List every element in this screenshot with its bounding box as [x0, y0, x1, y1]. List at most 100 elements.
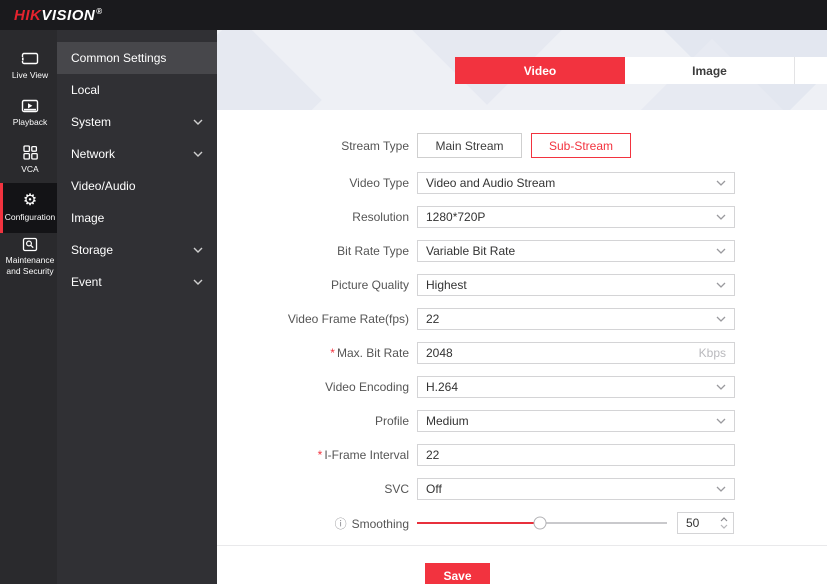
- max-bit-rate-label: Max. Bit Rate: [217, 346, 417, 360]
- i-frame-interval-field: [417, 444, 735, 466]
- select-value: Off: [426, 482, 442, 496]
- select-value: H.264: [426, 380, 458, 394]
- slider-handle[interactable]: [533, 517, 546, 530]
- settings-menu: Common Settings Local System Network Vid…: [57, 30, 217, 584]
- smoothing-slider[interactable]: [417, 516, 667, 530]
- tab-bar: Video Image: [455, 57, 827, 84]
- spinner-down-icon[interactable]: [720, 524, 728, 529]
- picture-quality-label: Picture Quality: [217, 278, 417, 292]
- tab-image[interactable]: Image: [625, 57, 795, 84]
- menu-item-image[interactable]: Image: [57, 202, 217, 234]
- sidebar-item-configuration[interactable]: ⚙ Configuration: [0, 183, 57, 233]
- chevron-down-icon: [716, 214, 726, 220]
- sidebar-item-maintenance-security[interactable]: Maintenance and Security: [0, 233, 57, 280]
- tab-label: Video: [524, 64, 556, 78]
- vca-icon: [23, 145, 38, 161]
- select-value: Video and Audio Stream: [426, 176, 555, 190]
- save-button[interactable]: Save: [425, 563, 490, 584]
- menu-item-common-settings[interactable]: Common Settings: [57, 42, 217, 74]
- chevron-down-icon: [193, 151, 203, 157]
- primary-sidebar: Live View Playback VCA ⚙ Configuration M…: [0, 30, 57, 584]
- video-frame-rate-row: Video Frame Rate(fps) 22: [217, 308, 827, 330]
- video-encoding-label: Video Encoding: [217, 380, 417, 394]
- sidebar-item-label: Playback: [13, 117, 48, 128]
- bit-rate-type-label: Bit Rate Type: [217, 244, 417, 258]
- spinner-value: 50: [678, 516, 715, 530]
- video-frame-rate-select[interactable]: 22: [417, 308, 735, 330]
- chevron-down-icon: [716, 418, 726, 424]
- i-frame-interval-input[interactable]: [426, 448, 726, 462]
- chevron-down-icon: [716, 248, 726, 254]
- chevron-down-icon: [716, 316, 726, 322]
- video-type-select[interactable]: Video and Audio Stream: [417, 172, 735, 194]
- sidebar-item-vca[interactable]: VCA: [0, 136, 57, 183]
- menu-item-local[interactable]: Local: [57, 74, 217, 106]
- decorative-cube: [217, 30, 322, 110]
- gear-icon: ⚙: [23, 193, 37, 209]
- picture-quality-row: Picture Quality Highest: [217, 274, 827, 296]
- max-bit-rate-field: Kbps: [417, 342, 735, 364]
- chevron-down-icon: [193, 247, 203, 253]
- menu-item-label: Network: [71, 147, 115, 161]
- spinner-up-icon[interactable]: [720, 517, 728, 522]
- select-value: 1280*720P: [426, 210, 485, 224]
- video-frame-rate-label: Video Frame Rate(fps): [217, 312, 417, 326]
- bit-rate-type-row: Bit Rate Type Variable Bit Rate: [217, 240, 827, 262]
- menu-item-video-audio[interactable]: Video/Audio: [57, 170, 217, 202]
- logo-hik: HIK: [14, 7, 41, 24]
- resolution-label: Resolution: [217, 210, 417, 224]
- hikvision-logo: HIKVISION®: [14, 7, 103, 24]
- tab-partial[interactable]: [795, 57, 827, 84]
- svc-row: SVC Off: [217, 478, 827, 500]
- menu-item-label: Storage: [71, 243, 113, 257]
- video-type-label: Video Type: [217, 176, 417, 190]
- main-stream-button[interactable]: Main Stream: [417, 133, 522, 158]
- logo-vision: VISION: [41, 7, 95, 24]
- video-encoding-row: Video Encoding H.264: [217, 376, 827, 398]
- bit-rate-type-select[interactable]: Variable Bit Rate: [417, 240, 735, 262]
- logo-registered-mark: ®: [96, 7, 102, 16]
- smoothing-label: ⓘSmoothing: [217, 515, 417, 532]
- sidebar-item-live-view[interactable]: Live View: [0, 42, 57, 89]
- info-icon: ⓘ: [335, 517, 347, 531]
- video-encoding-select[interactable]: H.264: [417, 376, 735, 398]
- i-frame-interval-row: I-Frame Interval: [217, 444, 827, 466]
- chevron-down-icon: [716, 180, 726, 186]
- menu-item-storage[interactable]: Storage: [57, 234, 217, 266]
- resolution-row: Resolution 1280*720P: [217, 206, 827, 228]
- playback-icon: [21, 98, 39, 114]
- stream-type-row: Stream Type Main Stream Sub-Stream: [217, 133, 827, 158]
- kbps-unit-label: Kbps: [699, 346, 726, 360]
- sidebar-item-playback[interactable]: Playback: [0, 89, 57, 136]
- tab-video[interactable]: Video: [455, 57, 625, 84]
- menu-item-event[interactable]: Event: [57, 266, 217, 298]
- profile-select[interactable]: Medium: [417, 410, 735, 432]
- menu-item-label: Local: [71, 83, 100, 97]
- sidebar-item-label: Configuration: [5, 212, 56, 223]
- chevron-down-icon: [193, 279, 203, 285]
- menu-item-system[interactable]: System: [57, 106, 217, 138]
- maintenance-icon: [22, 236, 38, 252]
- sub-stream-button[interactable]: Sub-Stream: [531, 133, 631, 158]
- video-type-row: Video Type Video and Audio Stream: [217, 172, 827, 194]
- resolution-select[interactable]: 1280*720P: [417, 206, 735, 228]
- form-footer: Save: [217, 545, 827, 584]
- menu-item-network[interactable]: Network: [57, 138, 217, 170]
- menu-item-label: Image: [71, 211, 104, 225]
- chevron-down-icon: [716, 384, 726, 390]
- menu-item-label: Event: [71, 275, 102, 289]
- header-band: Video Image: [217, 30, 827, 110]
- chevron-down-icon: [716, 282, 726, 288]
- smoothing-spinner: 50: [677, 512, 734, 534]
- smoothing-row: ⓘSmoothing 50: [217, 512, 827, 534]
- picture-quality-select[interactable]: Highest: [417, 274, 735, 296]
- svc-select[interactable]: Off: [417, 478, 735, 500]
- menu-item-label: System: [71, 115, 111, 129]
- profile-row: Profile Medium: [217, 410, 827, 432]
- sidebar-item-label: VCA: [21, 164, 38, 175]
- sidebar-item-label: Live View: [12, 70, 48, 81]
- max-bit-rate-input[interactable]: [426, 346, 699, 360]
- profile-label: Profile: [217, 414, 417, 428]
- live-view-icon: [20, 51, 40, 67]
- video-settings-form: Stream Type Main Stream Sub-Stream Video…: [217, 110, 827, 534]
